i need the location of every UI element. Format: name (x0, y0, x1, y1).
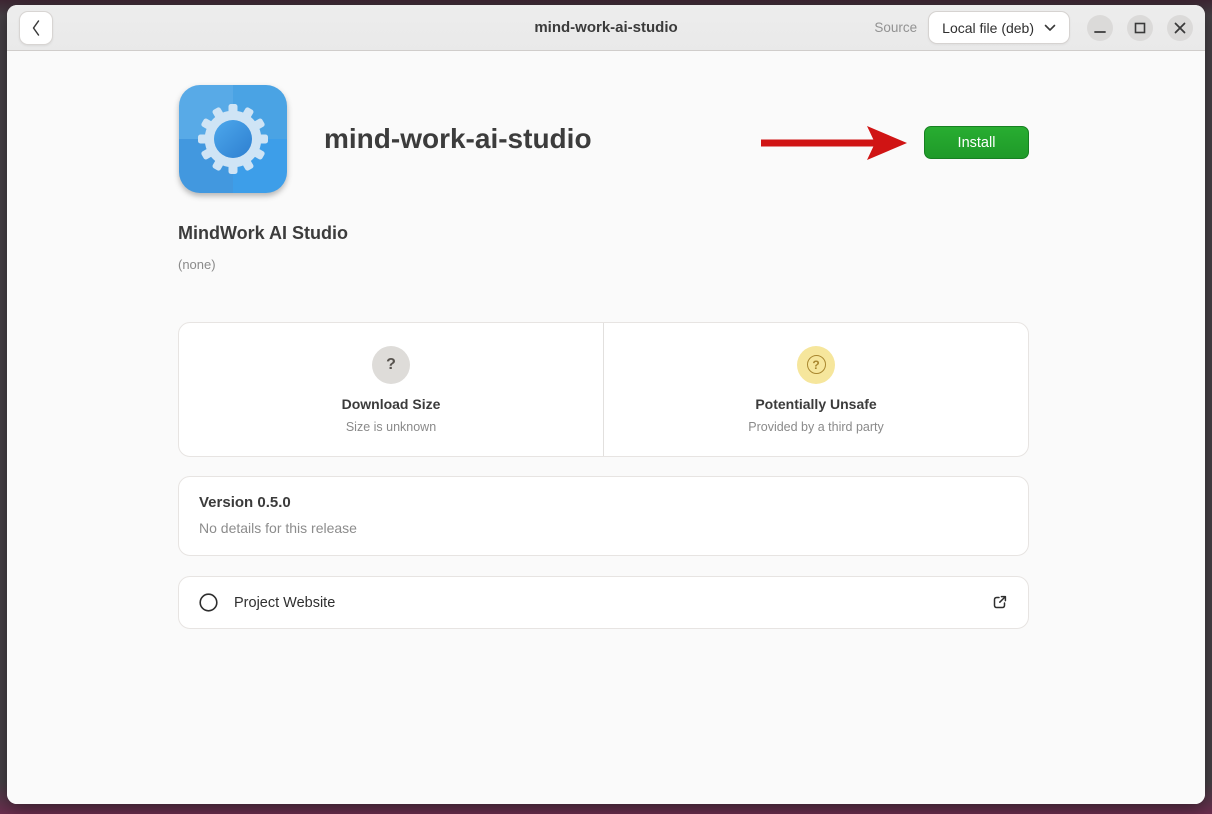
question-glyph: ? (386, 356, 396, 374)
titlebar: mind-work-ai-studio Source Local file (d… (7, 5, 1205, 51)
version-card: Version 0.5.0 No details for this releas… (178, 476, 1029, 556)
compass-icon (198, 592, 219, 613)
app-details-page: mind-work-ai-studio Install MindWork AI … (7, 51, 1205, 804)
source-dropdown-value: Local file (deb) (942, 20, 1034, 36)
close-icon (1167, 15, 1193, 41)
maximize-button[interactable] (1127, 15, 1153, 41)
project-website-row[interactable]: Project Website (178, 576, 1029, 629)
website-label: Project Website (234, 595, 335, 611)
close-button[interactable] (1167, 15, 1193, 41)
version-subtitle: No details for this release (199, 520, 1008, 536)
maximize-icon (1127, 15, 1153, 41)
version-title: Version 0.5.0 (199, 494, 1008, 511)
external-link-icon (990, 593, 1009, 612)
source-label: Source (874, 20, 917, 35)
license-text: (none) (178, 257, 1029, 272)
tile-subtitle: Provided by a third party (748, 420, 884, 434)
tile-subtitle: Size is unknown (346, 420, 436, 434)
red-arrow-annotation (761, 124, 907, 162)
tile-title: Potentially Unsafe (755, 396, 876, 412)
developer-name: MindWork AI Studio (178, 223, 1029, 244)
app-icon (178, 84, 288, 194)
minimize-icon (1087, 15, 1113, 41)
app-header: mind-work-ai-studio Install (178, 84, 1029, 194)
back-button[interactable] (19, 11, 53, 45)
safety-question-icon: ? (797, 346, 835, 384)
unknown-size-icon: ? (372, 346, 410, 384)
gnome-software-window: mind-work-ai-studio Source Local file (d… (7, 5, 1205, 804)
tile-download-size[interactable]: ? Download Size Size is unknown (179, 323, 603, 456)
tile-title: Download Size (342, 396, 441, 412)
app-name: mind-work-ai-studio (324, 123, 592, 155)
source-dropdown[interactable]: Local file (deb) (928, 11, 1070, 44)
chevron-left-icon (28, 16, 44, 40)
context-tiles: ? Download Size Size is unknown ? Potent… (178, 322, 1029, 457)
circled-question-glyph: ? (807, 355, 826, 374)
chevron-down-icon (1044, 24, 1056, 32)
tile-safety[interactable]: ? Potentially Unsafe Provided by a third… (603, 323, 1028, 456)
minimize-button[interactable] (1087, 15, 1113, 41)
install-button[interactable]: Install (924, 126, 1029, 159)
